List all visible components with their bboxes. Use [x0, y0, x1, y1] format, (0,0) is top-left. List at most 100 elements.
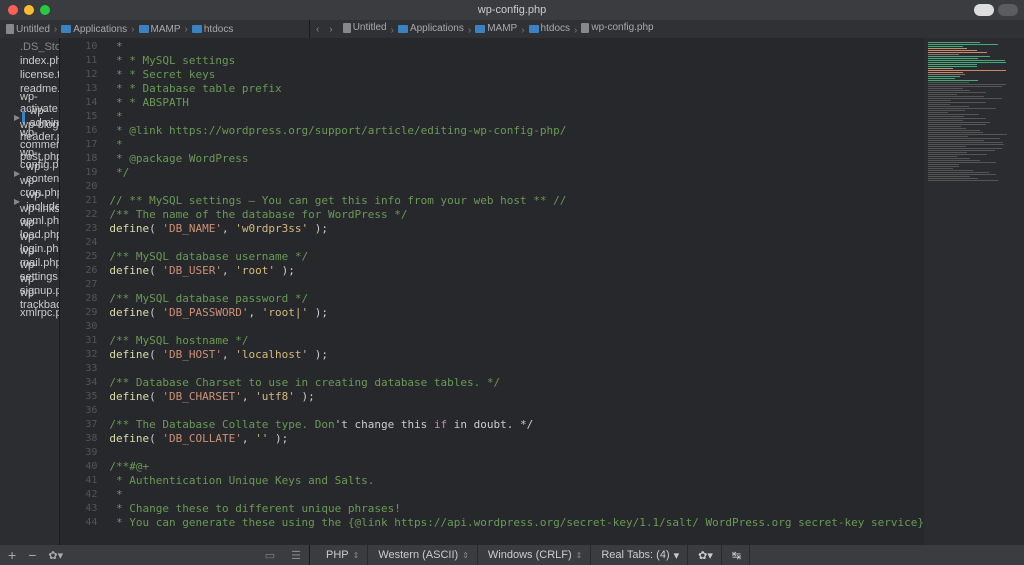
gear-icon[interactable]: ✿▾	[48, 549, 63, 562]
gear-status-icon[interactable]: ✿▾	[690, 545, 722, 565]
code-line[interactable]: * * MySQL settings	[109, 54, 924, 68]
file-index.php[interactable]: index.php	[0, 54, 59, 68]
code-line[interactable]: // ** MySQL settings – You can get this …	[109, 194, 924, 208]
line-number: 17	[60, 138, 97, 152]
code-line[interactable]: define( 'DB_NAME', 'w0rdpr3ss' );	[109, 222, 924, 236]
code-line[interactable]: *	[109, 488, 924, 502]
code-line[interactable]: * Authentication Unique Keys and Salts.	[109, 474, 924, 488]
code-line[interactable]: * You can generate these using the {@lin…	[109, 516, 924, 530]
titlebar: wp-config.php	[0, 0, 1024, 20]
code-line[interactable]: * * Secret keys	[109, 68, 924, 82]
code-line[interactable]: *	[109, 110, 924, 124]
remove-icon[interactable]: −	[28, 547, 36, 563]
crumb-MAMP[interactable]: MAMP	[473, 23, 519, 34]
code-line[interactable]	[109, 404, 924, 418]
line-number: 20	[60, 180, 97, 194]
file-xmlrpc.php[interactable]: xmlrpc.php	[0, 306, 59, 320]
line-number: 36	[60, 404, 97, 418]
line-number: 37	[60, 418, 97, 432]
code-line[interactable]: /** MySQL hostname */	[109, 334, 924, 348]
window-controls	[8, 5, 50, 15]
editor-breadcrumb[interactable]: ‹ › Untitled› Applications› MAMP› htdocs…	[310, 20, 1024, 38]
code-line[interactable]: *	[109, 138, 924, 152]
sidebar-breadcrumb[interactable]: Untitled› Applications› MAMP› htdocs	[0, 20, 310, 38]
code-area[interactable]: * * * MySQL settings * * Secret keys * *…	[105, 38, 924, 545]
line-number: 12	[60, 68, 97, 82]
file-label: xmlrpc.php	[20, 307, 60, 319]
code-line[interactable]	[109, 180, 924, 194]
lineending-selector[interactable]: Windows (CRLF)⇕	[480, 545, 591, 565]
code-line[interactable]: /** The name of the database for WordPre…	[109, 208, 924, 222]
line-number: 19	[60, 166, 97, 180]
code-line[interactable]	[109, 236, 924, 250]
line-number: 35	[60, 390, 97, 404]
file-.DS_Store[interactable]: .DS_Store	[0, 40, 59, 54]
crumb-Applications[interactable]: Applications	[59, 24, 129, 35]
code-line[interactable]: /** MySQL database username */	[109, 250, 924, 264]
line-number: 25	[60, 250, 97, 264]
encoding-selector[interactable]: Western (ASCII)⇕	[370, 545, 478, 565]
close-icon[interactable]	[8, 5, 18, 15]
crumb-htdocs[interactable]: htdocs	[527, 23, 572, 34]
code-line[interactable]: define( 'DB_USER', 'root' );	[109, 264, 924, 278]
view-icon-2[interactable]: ☰	[291, 549, 301, 562]
crumb-htdocs[interactable]: htdocs	[190, 24, 235, 35]
code-line[interactable]: define( 'DB_COLLATE', '' );	[109, 432, 924, 446]
code-line[interactable]: * @link https://wordpress.org/support/ar…	[109, 124, 924, 138]
code-editor[interactable]: 1011121314151617181920212223242526272829…	[60, 38, 1024, 545]
code-line[interactable]	[109, 446, 924, 460]
code-line[interactable]: * * Database table prefix	[109, 82, 924, 96]
crumb-Untitled[interactable]: Untitled	[4, 24, 52, 35]
code-line[interactable]	[109, 362, 924, 376]
code-line[interactable]	[109, 320, 924, 334]
file-tree[interactable]: .DS_Store index.php license.txt readme.h…	[0, 38, 60, 545]
view-icon-1[interactable]: ▭	[265, 549, 275, 562]
file-label: .DS_Store	[20, 41, 60, 53]
code-line[interactable]: /** Database Charset to use in creating …	[109, 376, 924, 390]
line-number: 16	[60, 124, 97, 138]
line-number: 42	[60, 488, 97, 502]
crumb-Untitled[interactable]: Untitled	[341, 22, 389, 33]
line-number: 32	[60, 348, 97, 362]
wrap-icon[interactable]: ↹	[724, 545, 750, 565]
code-line[interactable]: /**#@+	[109, 460, 924, 474]
line-number: 30	[60, 320, 97, 334]
file-wp-trackback.php[interactable]: wp-trackback.php	[0, 292, 59, 306]
file-license.txt[interactable]: license.txt	[0, 68, 59, 82]
titlebar-toggles	[974, 4, 1018, 16]
code-line[interactable]: define( 'DB_HOST', 'localhost' );	[109, 348, 924, 362]
crumb-MAMP[interactable]: MAMP	[137, 24, 183, 35]
line-number: 29	[60, 306, 97, 320]
line-number: 22	[60, 208, 97, 222]
pane-toggle-2[interactable]	[998, 4, 1018, 16]
code-line[interactable]: *	[109, 40, 924, 54]
code-line[interactable]: define( 'DB_PASSWORD', 'root|' );	[109, 306, 924, 320]
code-line[interactable]: * Change these to different unique phras…	[109, 502, 924, 516]
line-number: 39	[60, 446, 97, 460]
line-number: 31	[60, 334, 97, 348]
maximize-icon[interactable]	[40, 5, 50, 15]
pane-toggle-1[interactable]	[974, 4, 994, 16]
line-number: 18	[60, 152, 97, 166]
minimize-icon[interactable]	[24, 5, 34, 15]
code-line[interactable]: * * ABSPATH	[109, 96, 924, 110]
line-number: 15	[60, 110, 97, 124]
nav-fwd-icon[interactable]: ›	[329, 24, 332, 35]
minimap[interactable]	[924, 38, 1024, 545]
code-line[interactable]: */	[109, 166, 924, 180]
code-line[interactable]: define( 'DB_CHARSET', 'utf8' );	[109, 390, 924, 404]
line-number: 21	[60, 194, 97, 208]
language-selector[interactable]: PHP⇕	[318, 545, 368, 565]
line-number: 43	[60, 502, 97, 516]
line-number: 27	[60, 278, 97, 292]
code-line[interactable]: /** The Database Collate type. Don't cha…	[109, 418, 924, 432]
tabs-selector[interactable]: Real Tabs: (4)▾	[593, 545, 688, 565]
code-line[interactable]: * @package WordPress	[109, 152, 924, 166]
crumb-wp-config.php[interactable]: wp-config.php	[579, 22, 655, 33]
nav-back-icon[interactable]: ‹	[316, 24, 319, 35]
file-label: license.txt	[20, 69, 60, 81]
code-line[interactable]	[109, 278, 924, 292]
crumb-Applications[interactable]: Applications	[396, 23, 466, 34]
code-line[interactable]: /** MySQL database password */	[109, 292, 924, 306]
add-icon[interactable]: +	[8, 547, 16, 563]
